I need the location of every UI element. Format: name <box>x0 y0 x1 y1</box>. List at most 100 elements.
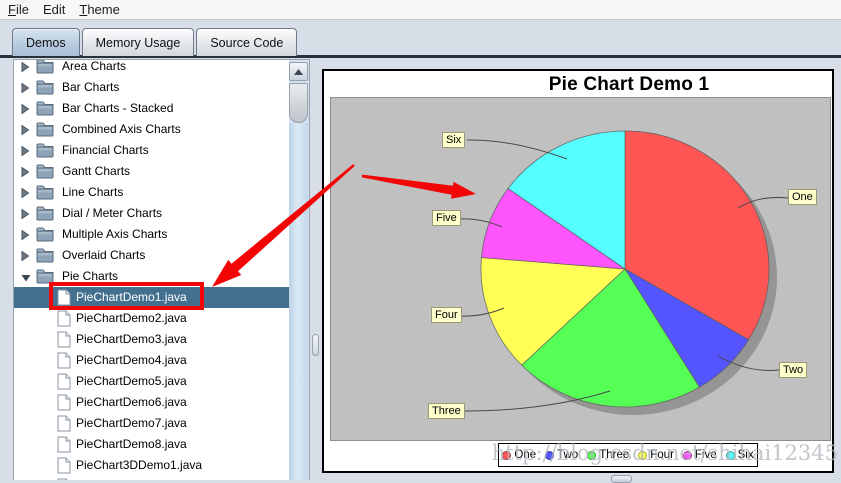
tree-item-piechartdemo6-java[interactable]: PieChartDemo6.java <box>14 392 289 413</box>
file-icon <box>57 394 71 414</box>
tree-item-financial-charts[interactable]: Financial Charts <box>14 140 289 161</box>
tree-item-label: PieChartDemo2.java <box>76 311 187 325</box>
legend-item-four: Four <box>638 449 674 461</box>
tree-item-label: PieChartDemo3.java <box>76 332 187 346</box>
tree-item-piechart3ddemo1-java[interactable]: PieChart3DDemo1.java <box>14 455 289 476</box>
tree-scrollbar[interactable] <box>289 60 309 480</box>
expand-arrow-right-icon[interactable] <box>21 187 31 199</box>
menu-edit[interactable]: Edit <box>43 2 65 17</box>
folder-icon <box>36 206 54 224</box>
tree-item-label: PieChart3DDemo1.java <box>76 458 203 472</box>
file-icon <box>57 310 71 330</box>
legend-item-six: Six <box>725 449 754 461</box>
tree-item-line-charts[interactable]: Line Charts <box>14 182 289 203</box>
tree-item-label: PieChartDemo8.java <box>76 437 187 451</box>
tree-item-item[interactable] <box>14 476 289 480</box>
legend-label: Four <box>650 449 674 461</box>
expand-arrow-right-icon[interactable] <box>21 208 31 220</box>
folder-icon <box>36 227 54 245</box>
folder-icon <box>36 101 54 119</box>
tree-item-label: Multiple Axis Charts <box>62 227 168 241</box>
tree-item-label: PieChartDemo7.java <box>76 416 187 430</box>
file-icon <box>57 331 71 351</box>
tree-item-piechartdemo7-java[interactable]: PieChartDemo7.java <box>14 413 289 434</box>
tree-item-label: PieChartDemo6.java <box>76 395 187 409</box>
pie-label-one: One <box>788 189 817 205</box>
horizontal-scrollbar-thumb[interactable] <box>611 475 632 483</box>
folder-icon <box>36 248 54 266</box>
expand-arrow-down-icon[interactable] <box>21 271 31 282</box>
scrollbar-track[interactable] <box>289 123 308 480</box>
chart-title: Pie Chart Demo 1 <box>548 74 710 95</box>
pie-label-two: Two <box>779 362 808 378</box>
tree-item-piechartdemo1-java[interactable]: PieChartDemo1.java <box>14 287 289 308</box>
tree-item-gantt-charts[interactable]: Gantt Charts <box>14 161 289 182</box>
expand-arrow-right-icon[interactable] <box>21 250 31 262</box>
legend-item-three: Three <box>587 449 629 461</box>
menu-theme[interactable]: Theme <box>79 2 119 17</box>
folder-icon <box>36 143 54 161</box>
legend-dot-three <box>587 450 597 460</box>
expand-arrow-right-icon[interactable] <box>21 103 31 115</box>
tree-item-multiple-axis-charts[interactable]: Multiple Axis Charts <box>14 224 289 245</box>
pie-label-three: Three <box>428 403 465 419</box>
legend-item-one: One <box>502 449 536 461</box>
demo-tree: Area Charts Bar Charts Bar Charts - Stacke… <box>14 60 289 480</box>
tree-item-label: Dial / Meter Charts <box>62 206 163 220</box>
legend-label: Two <box>557 449 579 461</box>
menu-bar: File Edit Theme <box>0 0 841 20</box>
pie-label-five: Five <box>432 210 461 226</box>
tree-item-label: PieChartDemo4.java <box>76 353 187 367</box>
tree-item-piechartdemo2-java[interactable]: PieChartDemo2.java <box>14 308 289 329</box>
divider-grip[interactable] <box>312 334 319 356</box>
file-icon <box>57 415 71 435</box>
expand-arrow-right-icon[interactable] <box>21 166 31 178</box>
scrollbar-thumb[interactable] <box>289 83 308 123</box>
legend-dot-two <box>545 450 555 460</box>
tree-item-area-charts[interactable]: Area Charts <box>14 60 289 77</box>
legend-label: One <box>514 449 537 461</box>
expand-arrow-right-icon[interactable] <box>21 82 31 94</box>
file-icon <box>57 373 71 393</box>
tree-item-pie-charts[interactable]: Pie Charts <box>14 266 289 287</box>
scrollbar-up-button[interactable] <box>289 62 308 81</box>
tree-item-piechartdemo8-java[interactable]: PieChartDemo8.java <box>14 434 289 455</box>
tree-item-bar-charts-stacked[interactable]: Bar Charts - Stacked <box>14 98 289 119</box>
tree-item-piechartdemo3-java[interactable]: PieChartDemo3.java <box>14 329 289 350</box>
tree-item-label: Line Charts <box>62 185 124 199</box>
tree-item-bar-charts[interactable]: Bar Charts <box>14 77 289 98</box>
tree-item-piechartdemo4-java[interactable]: PieChartDemo4.java <box>14 350 289 371</box>
split-divider[interactable] <box>309 59 323 480</box>
folder-icon <box>36 164 54 182</box>
legend-label: Three <box>599 449 630 461</box>
chart-legend: One Two Three Four Five Six <box>498 443 758 467</box>
tab-demos[interactable]: Demos <box>12 28 80 56</box>
folder-icon <box>36 60 54 77</box>
legend-item-five: Five <box>682 449 717 461</box>
tree-item-overlaid-charts[interactable]: Overlaid Charts <box>14 245 289 266</box>
chart-panel: Pie Chart Demo 1 One Two Three Four Five Six … <box>322 69 834 473</box>
folder-icon <box>36 269 54 287</box>
legend-dot-six <box>725 450 735 460</box>
expand-arrow-right-icon[interactable] <box>21 145 31 157</box>
legend-item-two: Two <box>545 449 578 461</box>
tree-item-piechartdemo5-java[interactable]: PieChartDemo5.java <box>14 371 289 392</box>
legend-label: Six <box>737 449 754 461</box>
tree-item-label: PieChartDemo1.java <box>76 290 187 304</box>
tab-source-code[interactable]: Source Code <box>196 28 298 56</box>
tree-item-dial-meter-charts[interactable]: Dial / Meter Charts <box>14 203 289 224</box>
folder-icon <box>36 185 54 203</box>
tab-bar: Demos Memory Usage Source Code <box>12 28 298 56</box>
expand-arrow-right-icon[interactable] <box>21 229 31 241</box>
pie-plot-area: One Two Three Four Five Six <box>330 97 831 441</box>
pie-chart <box>459 130 789 415</box>
tree-item-combined-axis-charts[interactable]: Combined Axis Charts <box>14 119 289 140</box>
expand-arrow-right-icon[interactable] <box>21 124 31 136</box>
menu-file[interactable]: File <box>8 2 29 17</box>
file-icon <box>57 436 71 456</box>
expand-arrow-right-icon[interactable] <box>21 61 31 73</box>
pie-label-six: Six <box>442 132 466 148</box>
file-icon <box>57 352 71 372</box>
tab-memory-usage[interactable]: Memory Usage <box>81 28 195 56</box>
pie-label-four: Four <box>431 307 462 323</box>
